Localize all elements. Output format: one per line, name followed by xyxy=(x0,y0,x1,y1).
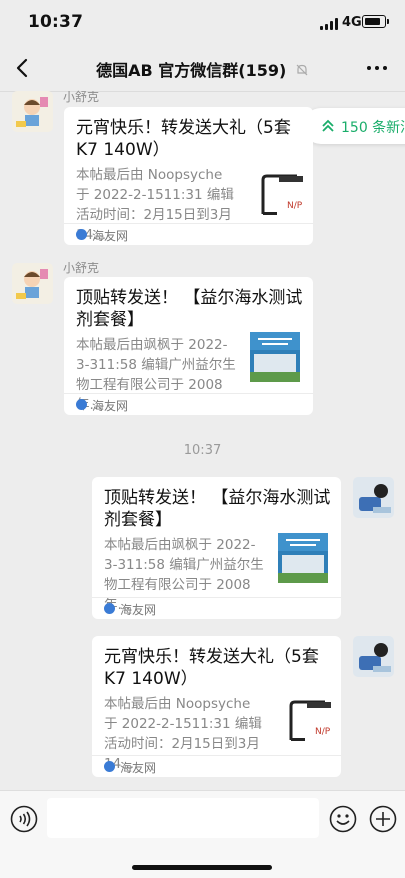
timestamp: 10:37 xyxy=(183,443,222,458)
card-footer: 海友网 xyxy=(92,755,341,777)
emoji-icon[interactable] xyxy=(329,805,357,833)
avatar[interactable] xyxy=(12,91,53,132)
card-title: 顶贴转发送！ 【益尔海水测试剂套餐】 xyxy=(104,488,331,530)
card-source: 海友网 xyxy=(120,603,157,617)
link-card[interactable]: 元宵快乐！转发送大礼（5套K7 140W） 本帖最后由 Noopsyche 于 … xyxy=(92,636,341,777)
page-title: 德国AB 官方微信群(159) xyxy=(60,57,345,81)
svg-text:N/P: N/P xyxy=(287,201,303,211)
card-footer: 海友网 xyxy=(92,597,341,619)
source-icon xyxy=(76,399,87,410)
chat-title: 德国AB 官方微信群(159) xyxy=(96,61,287,80)
double-chevron-up-icon xyxy=(322,119,334,132)
mute-icon xyxy=(296,64,308,76)
source-icon xyxy=(104,603,115,614)
plus-icon[interactable] xyxy=(369,805,397,833)
message-input[interactable] xyxy=(47,798,319,838)
source-icon xyxy=(104,761,115,772)
battery-icon xyxy=(362,15,389,28)
network-label: 4G xyxy=(342,15,362,30)
card-thumbnail: N/P xyxy=(257,170,307,220)
card-footer: 海友网 xyxy=(64,223,313,245)
chat-header: 德国AB 官方微信群(159) xyxy=(0,46,405,92)
voice-icon[interactable] xyxy=(10,805,38,833)
avatar[interactable] xyxy=(353,636,394,677)
link-card[interactable]: 元宵快乐！转发送大礼（5套K7 140W） 本帖最后由 Noopsyche 于 … xyxy=(64,107,313,245)
back-icon[interactable] xyxy=(10,54,38,82)
card-source: 海友网 xyxy=(92,399,129,413)
card-source: 海友网 xyxy=(120,761,157,775)
card-title: 元宵快乐！转发送大礼（5套K7 140W） xyxy=(104,647,319,689)
card-source: 海友网 xyxy=(92,229,129,243)
signal-icon xyxy=(320,18,338,30)
source-icon xyxy=(76,229,87,240)
card-title: 顶贴转发送！ 【益尔海水测试剂套餐】 xyxy=(76,288,303,330)
home-indicator xyxy=(132,865,272,870)
card-thumbnail xyxy=(250,332,300,382)
card-thumbnail xyxy=(278,533,328,583)
card-thumbnail: N/P xyxy=(285,696,335,746)
status-bar: 10:37 4G xyxy=(0,0,405,46)
unread-messages-banner[interactable]: 150 条新消 xyxy=(303,108,405,144)
unread-count-label: 150 条新消 xyxy=(341,120,405,136)
status-time: 10:37 xyxy=(28,12,84,32)
link-card[interactable]: 顶贴转发送！ 【益尔海水测试剂套餐】 本帖最后由飒枫于 2022-3-311:5… xyxy=(64,277,313,415)
sender-name: 小舒克 xyxy=(63,90,100,104)
avatar[interactable] xyxy=(353,477,394,518)
link-card[interactable]: 顶贴转发送！ 【益尔海水测试剂套餐】 本帖最后由飒枫于 2022-3-311:5… xyxy=(92,477,341,619)
card-footer: 海友网 xyxy=(64,393,313,415)
avatar[interactable] xyxy=(12,263,53,304)
card-title: 元宵快乐！转发送大礼（5套K7 140W） xyxy=(76,118,291,160)
sender-name: 小舒克 xyxy=(63,261,100,275)
more-icon[interactable] xyxy=(364,58,390,78)
svg-text:N/P: N/P xyxy=(315,727,331,737)
